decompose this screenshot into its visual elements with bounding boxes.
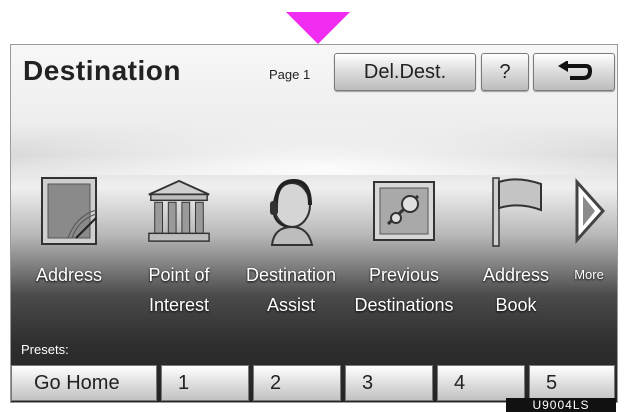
headset-person-icon (270, 178, 314, 246)
menu-item-label-line2: Interest (148, 295, 209, 315)
menu-item-label: Destination (245, 265, 337, 285)
menu-item-label: Previous (368, 265, 440, 285)
del-dest-label: Del.Dest. (363, 60, 447, 83)
page-indicator: Page 1 (269, 67, 311, 82)
menu-item-label: Point of (148, 265, 210, 285)
address-icon (41, 177, 97, 245)
menu-item-label-line2: Assist (266, 295, 315, 315)
help-label: ? (499, 60, 511, 83)
preset-5-button[interactable]: 5 (529, 365, 615, 401)
pink-pointer-triangle (286, 12, 350, 44)
menu-item-address-book[interactable]: Address Book (462, 172, 570, 332)
del-dest-button[interactable]: Del.Dest. (334, 53, 476, 91)
more-label: More (574, 267, 604, 282)
background-wave (11, 115, 617, 175)
presets-bar: Go Home 1 2 3 4 5 (11, 365, 617, 401)
presets-label: Presets: (21, 342, 69, 357)
menu-item-label-line2: Destinations (354, 295, 454, 315)
preset-1-button[interactable]: 1 (161, 365, 249, 401)
help-button[interactable]: ? (481, 53, 529, 91)
play-arrow-icon (575, 178, 606, 244)
menu-item-previous-destinations[interactable]: Previous Destinations (350, 172, 458, 332)
menu-item-address[interactable]: Address (15, 172, 123, 332)
destination-screen: Destination Page 1 Del.Dest. ? Address P… (10, 44, 618, 403)
previous-destinations-icon (373, 181, 435, 241)
flag-icon (492, 177, 542, 247)
back-button[interactable] (533, 53, 615, 91)
page-title: Destination (23, 55, 181, 86)
back-arrow-icon (558, 61, 592, 80)
menu-item-label: Address (35, 265, 103, 285)
menu-item-more[interactable]: More (564, 172, 614, 332)
menu-item-destination-assist[interactable]: Destination Assist (237, 172, 345, 332)
preset-go-home-button[interactable]: Go Home (11, 365, 157, 401)
building-columns-icon (148, 179, 210, 242)
preset-4-button[interactable]: 4 (437, 365, 525, 401)
menu-item-label: Address (482, 265, 550, 285)
menu-item-label-line2: Book (495, 295, 537, 315)
menu-item-point-of-interest[interactable]: Point of Interest (125, 172, 233, 332)
preset-3-button[interactable]: 3 (345, 365, 433, 401)
image-id-tag: U9004LS (506, 398, 616, 412)
preset-2-button[interactable]: 2 (253, 365, 341, 401)
destination-menu: Address Point of Interest Destination As… (11, 172, 617, 342)
